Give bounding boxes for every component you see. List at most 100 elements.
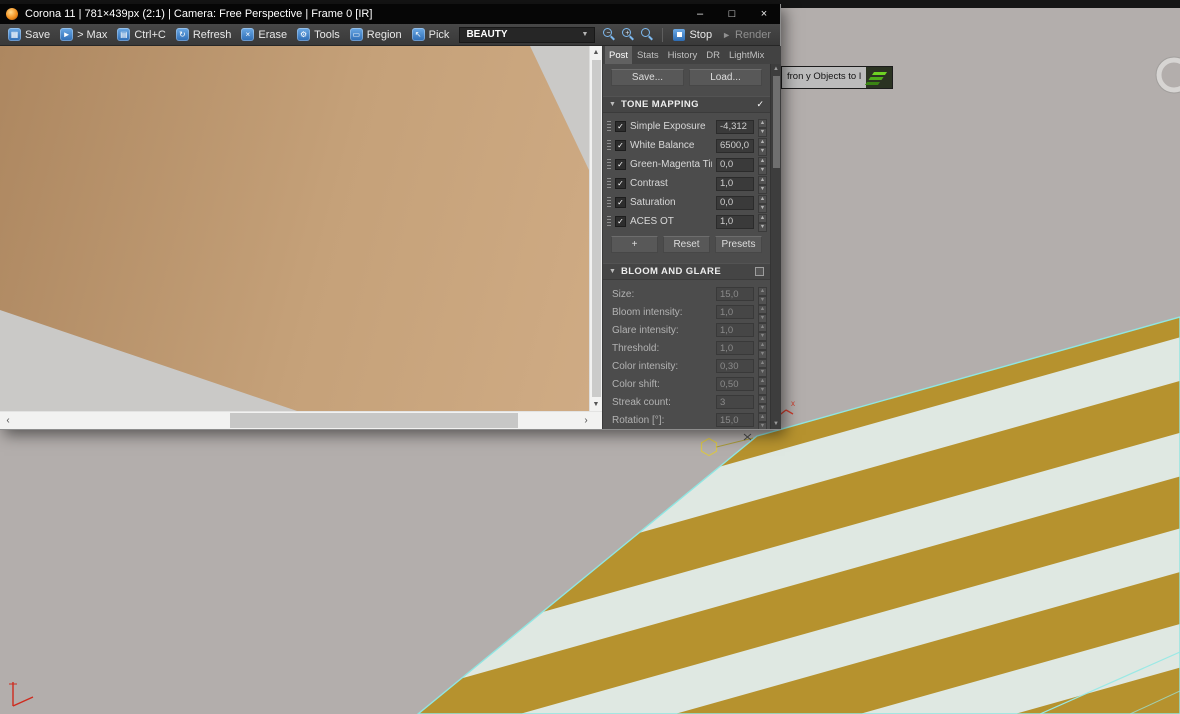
save-preset-button[interactable]: Save... — [611, 69, 684, 86]
presets-button[interactable]: Presets — [715, 236, 762, 253]
value-field[interactable]: 15,0 — [716, 413, 754, 427]
tab-history[interactable]: History — [664, 46, 702, 64]
zoom-fit-icon — [641, 28, 654, 41]
tab-post[interactable]: Post — [605, 46, 633, 64]
panel-scrollbar[interactable]: ▲ ▼ — [770, 64, 781, 429]
drag-handle-icon[interactable] — [607, 159, 611, 170]
spinner[interactable]: ▲ ▼ — [758, 412, 767, 429]
render-canvas[interactable] — [0, 46, 589, 412]
bloom-glare-header[interactable]: ▼ BLOOM AND GLARE — [603, 263, 770, 280]
erase-button[interactable]: × Erase — [236, 26, 292, 44]
value-field[interactable]: 15,0 — [716, 287, 754, 301]
value-field[interactable]: 1,0 — [716, 305, 754, 319]
spinner[interactable]: ▲ ▼ — [758, 214, 767, 232]
minimize-button[interactable]: – — [684, 4, 716, 24]
zoom-fit-button[interactable] — [638, 26, 657, 44]
drag-handle-icon[interactable] — [607, 121, 611, 132]
titlebar[interactable]: Corona 11 | 781×439px (2:1) | Camera: Fr… — [0, 4, 780, 24]
value-field[interactable]: -4,312 — [716, 119, 754, 134]
scroll-up-icon[interactable]: ▲ — [590, 46, 603, 59]
checkbox[interactable]: ✓ — [615, 197, 626, 208]
value-field[interactable]: 0,50 — [716, 377, 754, 391]
spinner[interactable]: ▲ ▼ — [758, 157, 767, 175]
scroll-down-icon[interactable]: ▼ — [590, 398, 603, 411]
spinner[interactable]: ▲ ▼ — [758, 394, 767, 413]
value-field[interactable]: 3 — [716, 395, 754, 409]
value-field[interactable]: 6500,0 — [716, 138, 754, 153]
load-preset-button[interactable]: Load... — [689, 69, 762, 86]
refresh-button[interactable]: ↻ Refresh — [171, 26, 237, 44]
tools-button[interactable]: ⚙ Tools — [292, 26, 345, 44]
drag-handle-icon[interactable] — [607, 178, 611, 189]
layers-icon[interactable] — [866, 67, 893, 88]
param-row-color-intensity: Color intensity: 0,30 ▲ ▼ — [612, 358, 767, 377]
spinner[interactable]: ▲ ▼ — [758, 322, 767, 341]
bloom-glare-enabled-checkbox[interactable] — [755, 267, 764, 276]
drag-handle-icon[interactable] — [607, 216, 611, 227]
panel-scroll-thumb[interactable] — [772, 76, 780, 168]
tab-dr[interactable]: DR — [702, 46, 724, 64]
render-vertical-scrollbar[interactable]: ▲ ▼ — [589, 46, 603, 412]
value-field[interactable]: 0,0 — [716, 195, 754, 210]
spinner[interactable]: ▲ ▼ — [758, 340, 767, 359]
render-element-select[interactable]: BEAUTY ▼ — [459, 26, 596, 43]
zoom-in-button[interactable]: + — [619, 26, 638, 44]
save-button[interactable]: ▦ Save — [3, 26, 55, 44]
render-horizontal-scrollbar[interactable]: ‹ › — [0, 411, 602, 429]
pick-button[interactable]: ↖ Pick — [407, 26, 455, 44]
stop-button[interactable]: Stop — [668, 26, 717, 44]
zoom-out-icon: − — [603, 28, 616, 41]
scroll-right-icon[interactable]: › — [578, 412, 594, 429]
collapse-arrow-icon[interactable]: ▼ — [609, 101, 616, 108]
close-button[interactable]: × — [748, 4, 780, 24]
value-field[interactable]: 0,0 — [716, 157, 754, 172]
zoom-out-button[interactable]: − — [600, 26, 619, 44]
spinner[interactable]: ▲ ▼ — [758, 376, 767, 395]
checkbox[interactable]: ✓ — [615, 159, 626, 170]
drag-handle-icon[interactable] — [607, 140, 611, 151]
corona-vfb-window: Corona 11 | 781×439px (2:1) | Camera: Fr… — [0, 4, 781, 430]
copy-button[interactable]: ▤ Ctrl+C — [112, 26, 170, 44]
value-field[interactable]: 1,0 — [716, 176, 754, 191]
maximize-button[interactable]: □ — [716, 4, 748, 24]
scroll-down-icon[interactable]: ▼ — [773, 419, 779, 429]
drag-handle-icon[interactable] — [607, 197, 611, 208]
spinner[interactable]: ▲ ▼ — [758, 286, 767, 305]
value-field[interactable]: 1,0 — [716, 323, 754, 337]
send-to-max-button[interactable]: ► > Max — [55, 26, 112, 44]
zoom-in-icon: + — [622, 28, 635, 41]
tone-mapping-header[interactable]: ▼ TONE MAPPING ✓ — [603, 96, 770, 113]
render-play-icon: ► — [722, 29, 731, 40]
scroll-up-icon[interactable]: ▲ — [773, 64, 779, 74]
scroll-left-icon[interactable]: ‹ — [0, 412, 16, 429]
value-field[interactable]: 0,30 — [716, 359, 754, 373]
tone-mapping-enabled-check-icon[interactable]: ✓ — [756, 99, 764, 110]
spinner[interactable]: ▲ ▼ — [758, 304, 767, 323]
checkbox[interactable]: ✓ — [615, 216, 626, 227]
reset-button[interactable]: Reset — [663, 236, 710, 253]
param-row-rotation: Rotation [°]: 15,0 ▲ ▼ — [612, 412, 767, 429]
render-button[interactable]: ► Render — [717, 26, 776, 44]
value-field[interactable]: 1,0 — [716, 214, 754, 229]
spinner[interactable]: ▲ ▼ — [758, 195, 767, 213]
checkbox[interactable]: ✓ — [615, 178, 626, 189]
tab-lightmix[interactable]: LightMix — [725, 46, 768, 64]
spinner[interactable]: ▲ ▼ — [758, 119, 767, 137]
pick-icon: ↖ — [411, 28, 425, 41]
spinner[interactable]: ▲ ▼ — [758, 358, 767, 377]
spinner[interactable]: ▲ ▼ — [758, 138, 767, 156]
add-operator-button[interactable]: + — [611, 236, 658, 253]
collapse-arrow-icon[interactable]: ▼ — [609, 268, 616, 275]
value-field[interactable]: 1,0 — [716, 341, 754, 355]
spinner[interactable]: ▲ ▼ — [758, 176, 767, 194]
orbit-view-icon[interactable] — [1155, 56, 1180, 94]
region-button[interactable]: ▭ Region — [345, 26, 407, 44]
horizontal-scroll-thumb[interactable] — [230, 413, 518, 429]
checkbox[interactable]: ✓ — [615, 121, 626, 132]
param-row-color-shift: Color shift: 0,50 ▲ ▼ — [612, 376, 767, 395]
checkbox[interactable]: ✓ — [615, 140, 626, 151]
vertical-scroll-thumb[interactable] — [591, 60, 601, 398]
corona-logo-icon — [6, 8, 18, 20]
tab-stats[interactable]: Stats — [633, 46, 663, 64]
param-row-bloom-intensity: Bloom intensity: 1,0 ▲ ▼ — [612, 304, 767, 323]
